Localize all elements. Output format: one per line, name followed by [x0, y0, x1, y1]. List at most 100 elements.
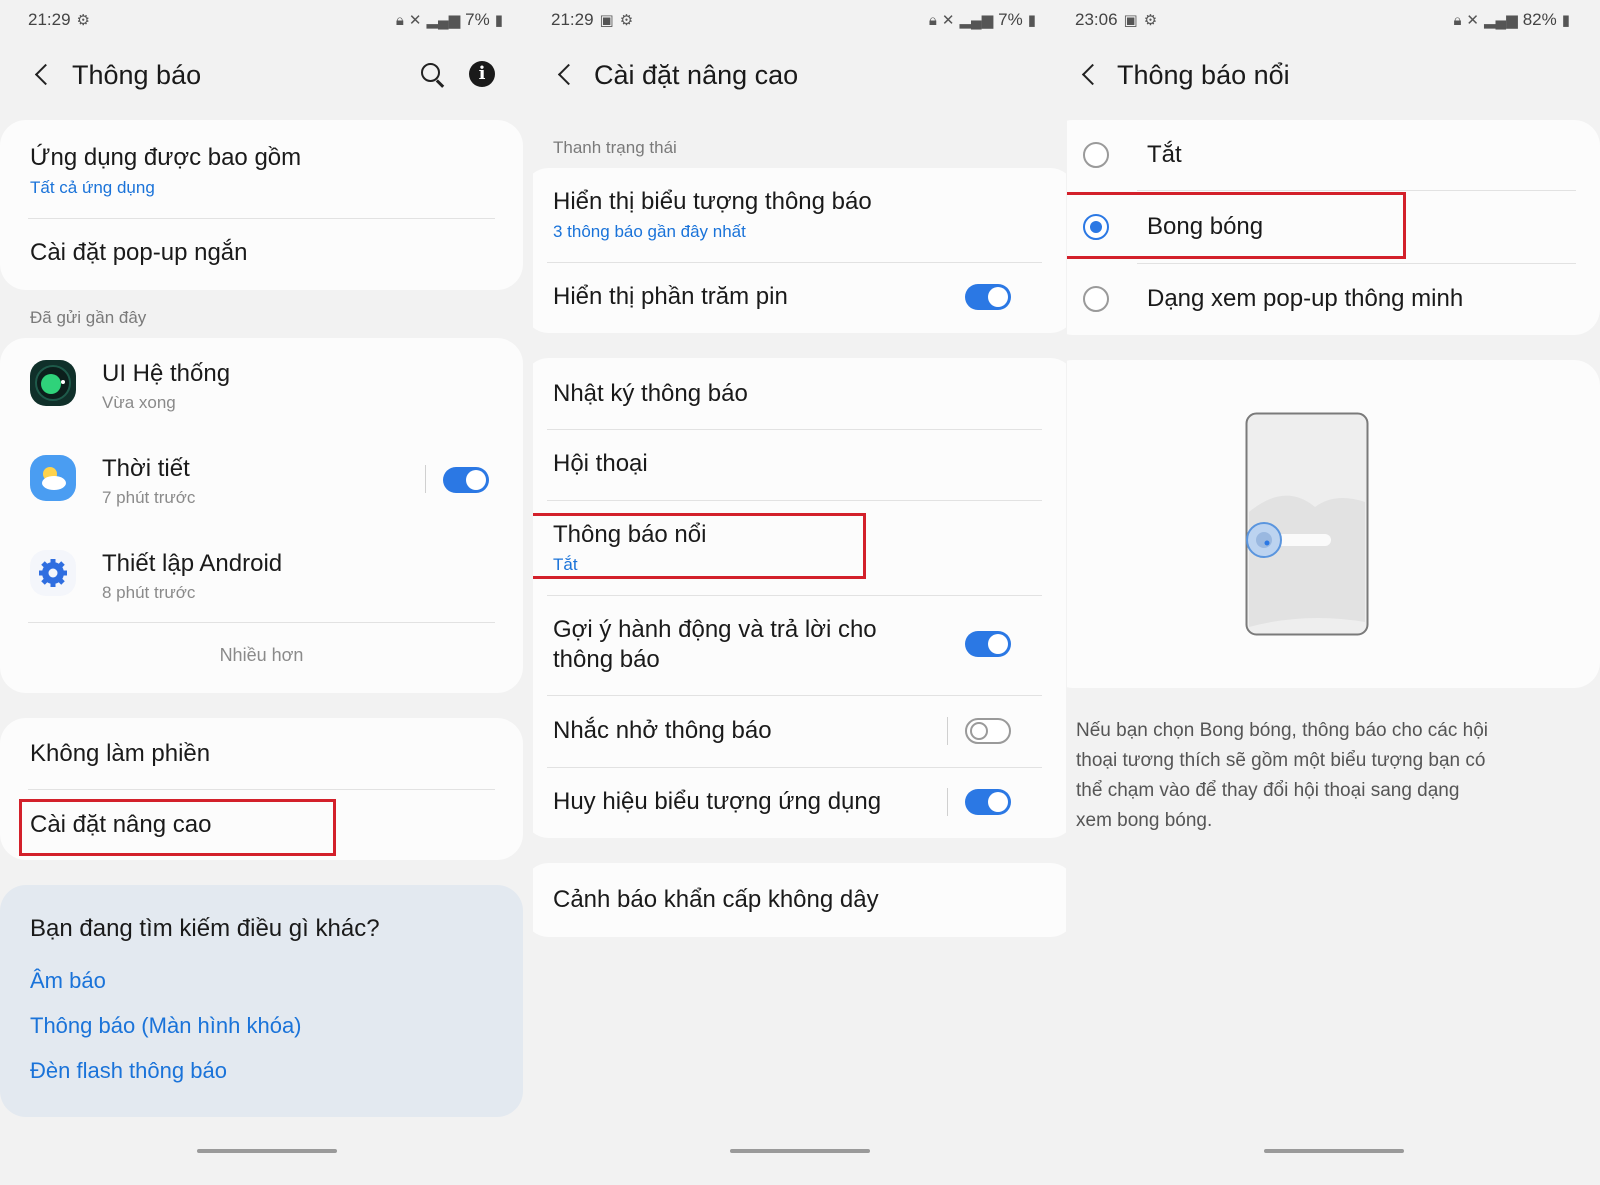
option-off[interactable]: Tắt: [1067, 120, 1600, 190]
history-item[interactable]: Nhật ký thông báo: [533, 358, 1066, 429]
back-arrow-icon[interactable]: [30, 58, 60, 92]
page-title: Cài đặt nâng cao: [594, 60, 799, 90]
back-arrow-icon[interactable]: [553, 58, 583, 92]
battery-icon: ▮: [1027, 12, 1036, 29]
suggest-actions-label-line1: Gợi ý hành động và trả lời cho: [553, 616, 877, 643]
highlight-box: [1067, 192, 1406, 259]
show-icons-value: 3 thông báo gần đây nhất: [553, 222, 746, 241]
mute-icon: ✕: [408, 12, 422, 29]
advanced-settings-screen: 21:29 ▣ ⚙ 🔒︎ ✕ ▂▄▆ 7% ▮ Cài đặt nâng cao T…: [533, 0, 1066, 1185]
highlight-box: [19, 799, 336, 856]
recent-section-header: Đã gửi gần đây: [30, 308, 147, 327]
recent-app-time: Vừa xong: [102, 393, 176, 412]
search-icon[interactable]: [418, 60, 448, 90]
included-apps-item[interactable]: Ứng dụng được bao gồm Tất cả ứng dụng: [0, 120, 523, 218]
conversations-item[interactable]: Hội thoại: [533, 430, 1066, 500]
weather-app-icon: [30, 455, 76, 501]
status-time: 23:06: [1075, 10, 1118, 29]
status-bar-card: Hiển thị biểu tượng thông báo 3 thông bá…: [533, 168, 1066, 333]
reminders-label: Nhắc nhở thông báo: [553, 717, 772, 744]
status-time: 21:29: [551, 10, 594, 29]
battery-percent: 7%: [998, 10, 1023, 29]
app-bar: Cài đặt nâng cao: [533, 52, 1066, 100]
battery-percent-toggle[interactable]: [965, 284, 1011, 310]
option-smart-popup[interactable]: Dạng xem pop-up thông minh: [1067, 264, 1600, 335]
show-icons-label: Hiển thị biểu tượng thông báo: [553, 188, 872, 215]
status-time: 21:29: [28, 10, 71, 29]
wireless-alerts-card[interactable]: Cảnh báo khẩn cấp không dây: [533, 863, 1066, 937]
system-ui-app-icon: [30, 360, 76, 406]
recent-app-time: 7 phút trước: [102, 488, 196, 507]
signal-icon: ▂▄▆: [959, 12, 994, 29]
radio-off[interactable]: [1083, 142, 1109, 168]
image-icon: ▣: [1123, 12, 1138, 29]
popup-settings-label: Cài đặt pop-up ngắn: [30, 239, 248, 266]
status-bar: 21:29 ⚙ 🔒︎ ✕ ▂▄▆ 7% ▮: [28, 8, 503, 32]
suggest-actions-label-line2: thông báo: [553, 646, 660, 673]
recent-app-item[interactable]: Thiết lập Android 8 phút trước: [0, 528, 523, 623]
badges-item[interactable]: Huy hiệu biểu tượng ứng dụng: [533, 768, 1066, 838]
image-icon: ▣: [599, 12, 614, 29]
recent-app-item[interactable]: Thời tiết 7 phút trước: [0, 433, 523, 528]
dnd-item[interactable]: Không làm phiền: [0, 718, 523, 789]
dnd-label: Không làm phiền: [30, 740, 211, 767]
info-icon[interactable]: i: [469, 61, 495, 87]
battery-percent: 7%: [465, 10, 490, 29]
suggestion-link-flash[interactable]: Đèn flash thông báo: [30, 1058, 227, 1084]
recent-app-name: UI Hệ thống: [102, 360, 231, 387]
status-bar-section-header: Thanh trạng thái: [553, 138, 677, 157]
option-off-label: Tắt: [1147, 141, 1182, 168]
home-indicator[interactable]: [1263, 1149, 1404, 1153]
mute-icon: ✕: [1466, 12, 1479, 29]
suggest-actions-toggle[interactable]: [965, 631, 1011, 657]
page-title: Thông báo: [72, 60, 202, 90]
home-indicator[interactable]: [729, 1149, 870, 1153]
suggestion-link-lock-screen[interactable]: Thông báo (Màn hình khóa): [30, 1013, 302, 1039]
suggestions-card: Bạn đang tìm kiếm điều gì khác? Âm báo T…: [0, 885, 523, 1117]
home-indicator[interactable]: [196, 1149, 337, 1153]
battery-icon: ▮: [494, 12, 503, 29]
badges-toggle[interactable]: [965, 789, 1011, 815]
settings-gear-icon: ⚙: [76, 12, 90, 29]
battery-icon: ▮: [1561, 12, 1570, 29]
badges-label: Huy hiệu biểu tượng ứng dụng: [553, 788, 882, 815]
wireless-alerts-label: Cảnh báo khẩn cấp không dây: [553, 886, 879, 913]
recent-app-item[interactable]: UI Hệ thống Vừa xong: [0, 338, 523, 433]
status-bar: 23:06 ▣ ⚙ 🔒︎ ✕ ▂▄▆ 82% ▮: [1075, 8, 1570, 32]
apps-card: Ứng dụng được bao gồm Tất cả ứng dụng Cà…: [0, 120, 523, 290]
phone-illustration: [1245, 412, 1369, 636]
app-bar: Thông báo i: [0, 52, 533, 100]
battery-percent-label: Hiển thị phần trăm pin: [553, 283, 788, 310]
recent-apps-card: UI Hệ thống Vừa xong Thời tiết 7 phút tr…: [0, 338, 523, 693]
status-bar: 21:29 ▣ ⚙ 🔒︎ ✕ ▂▄▆ 7% ▮: [551, 8, 1036, 32]
toggle-separator: [947, 717, 948, 745]
lock-icon: 🔒︎: [395, 11, 404, 29]
page-title: Thông báo nổi: [1117, 60, 1290, 90]
popup-settings-item[interactable]: Cài đặt pop-up ngắn: [0, 219, 523, 289]
recent-app-name: Thiết lập Android: [102, 550, 283, 577]
app-bar: Thông báo nổi: [1067, 52, 1600, 100]
included-apps-value: Tất cả ứng dụng: [30, 178, 155, 197]
show-icons-item[interactable]: Hiển thị biểu tượng thông báo 3 thông bá…: [533, 168, 1066, 262]
radio-smart-popup[interactable]: [1083, 286, 1109, 312]
floating-notifications-screen: 23:06 ▣ ⚙ 🔒︎ ✕ ▂▄▆ 82% ▮ Thông báo nổi Tắt…: [1067, 0, 1600, 1185]
reminders-toggle[interactable]: [965, 718, 1011, 744]
more-button[interactable]: Nhiều hơn: [0, 623, 523, 693]
settings-gear-icon: ⚙: [1143, 12, 1158, 29]
weather-notification-toggle[interactable]: [443, 467, 489, 493]
option-smart-popup-label: Dạng xem pop-up thông minh: [1147, 285, 1464, 312]
suggestion-link-ringtone[interactable]: Âm báo: [30, 968, 106, 994]
battery-percent-item[interactable]: Hiển thị phần trăm pin: [533, 263, 1066, 333]
reminders-item[interactable]: Nhắc nhở thông báo: [533, 696, 1066, 767]
back-arrow-icon[interactable]: [1077, 58, 1107, 92]
toggle-separator: [425, 465, 426, 493]
recent-app-name: Thời tiết: [102, 455, 190, 482]
description-line: xem bong bóng.: [1076, 810, 1213, 831]
signal-icon: ▂▄▆: [1484, 12, 1518, 29]
mute-icon: ✕: [941, 12, 955, 29]
toggle-separator: [947, 788, 948, 816]
notifications-screen: 21:29 ⚙ 🔒︎ ✕ ▂▄▆ 7% ▮ Thông báo i Ứng dụn…: [0, 0, 533, 1185]
description-line: thoại tương thích sẽ gồm một biểu tượng …: [1076, 750, 1486, 771]
suggest-actions-item[interactable]: Gợi ý hành động và trả lời cho thông báo: [533, 596, 1066, 695]
highlight-box: [533, 513, 866, 579]
